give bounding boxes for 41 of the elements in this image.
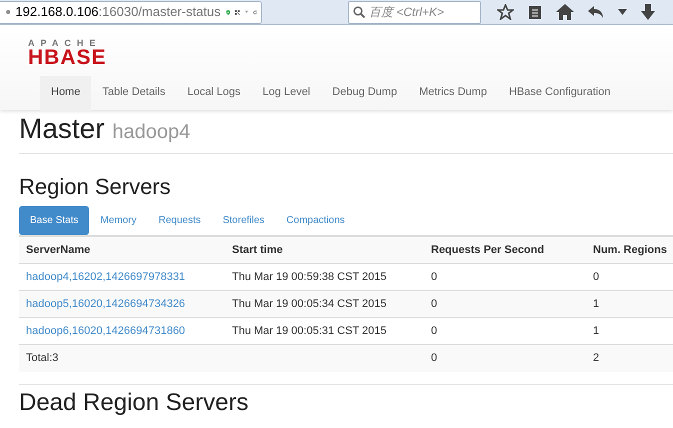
table-cell: 1	[586, 290, 673, 318]
column-header: ServerName	[19, 236, 225, 264]
column-header: Num. Regions	[586, 236, 673, 264]
host-name: hadoop4	[112, 121, 190, 143]
tab[interactable]: Storefiles	[212, 206, 276, 236]
hbase-logo[interactable]: APACHE HBASE	[28, 25, 673, 76]
search-icon	[353, 6, 365, 18]
address-bar[interactable]: 192.168.0.106:16030/master-status	[0, 0, 262, 24]
server-link[interactable]: hadoop6,16020,1426694731860	[26, 325, 186, 338]
nav-link[interactable]: Log Level	[252, 76, 322, 112]
table-cell: 0	[424, 344, 586, 372]
section-heading: Dead Region Servers	[19, 388, 250, 417]
nav-link[interactable]: Local Logs	[176, 76, 252, 112]
table-cell: 2	[586, 344, 673, 372]
search-field[interactable]: 百度 <Ctrl+K>	[348, 0, 481, 24]
star-icon[interactable]	[497, 4, 514, 20]
server-link[interactable]: hadoop4,16202,1426697978331	[26, 271, 186, 284]
download-icon[interactable]	[641, 4, 655, 20]
tab[interactable]: Memory	[89, 206, 148, 236]
clipboard-icon[interactable]	[528, 4, 542, 20]
search-input[interactable]: 百度 <Ctrl+K>	[369, 3, 469, 21]
table-cell: Thu Mar 19 00:05:34 CST 2015	[225, 290, 424, 318]
server-link[interactable]: hadoop5,16020,1426694734326	[26, 298, 186, 310]
table-cell: Total:3	[19, 344, 225, 372]
section-heading: Region Servers	[19, 174, 172, 200]
column-header: Requests Per Second	[424, 236, 586, 264]
tab[interactable]: Base Stats	[19, 206, 90, 236]
nav-link[interactable]: Table Details	[91, 76, 176, 112]
nav-link[interactable]: HBase Configuration	[498, 76, 622, 112]
page-heading: Master hadoop4	[19, 114, 192, 146]
nav-link[interactable]: Metrics Dump	[408, 76, 498, 112]
tab[interactable]: Requests	[147, 206, 212, 236]
back-icon[interactable]	[588, 5, 604, 19]
column-header: Start time	[225, 236, 424, 264]
home-icon[interactable]	[556, 4, 574, 20]
dropdown-icon[interactable]	[618, 9, 627, 15]
table-cell: 0	[424, 290, 586, 318]
nav-link[interactable]: Home	[40, 76, 92, 112]
tab[interactable]: Compactions	[275, 206, 356, 236]
nav-link[interactable]: Debug Dump	[321, 76, 408, 112]
url-text: 192.168.0.106:16030/master-status	[15, 3, 221, 22]
